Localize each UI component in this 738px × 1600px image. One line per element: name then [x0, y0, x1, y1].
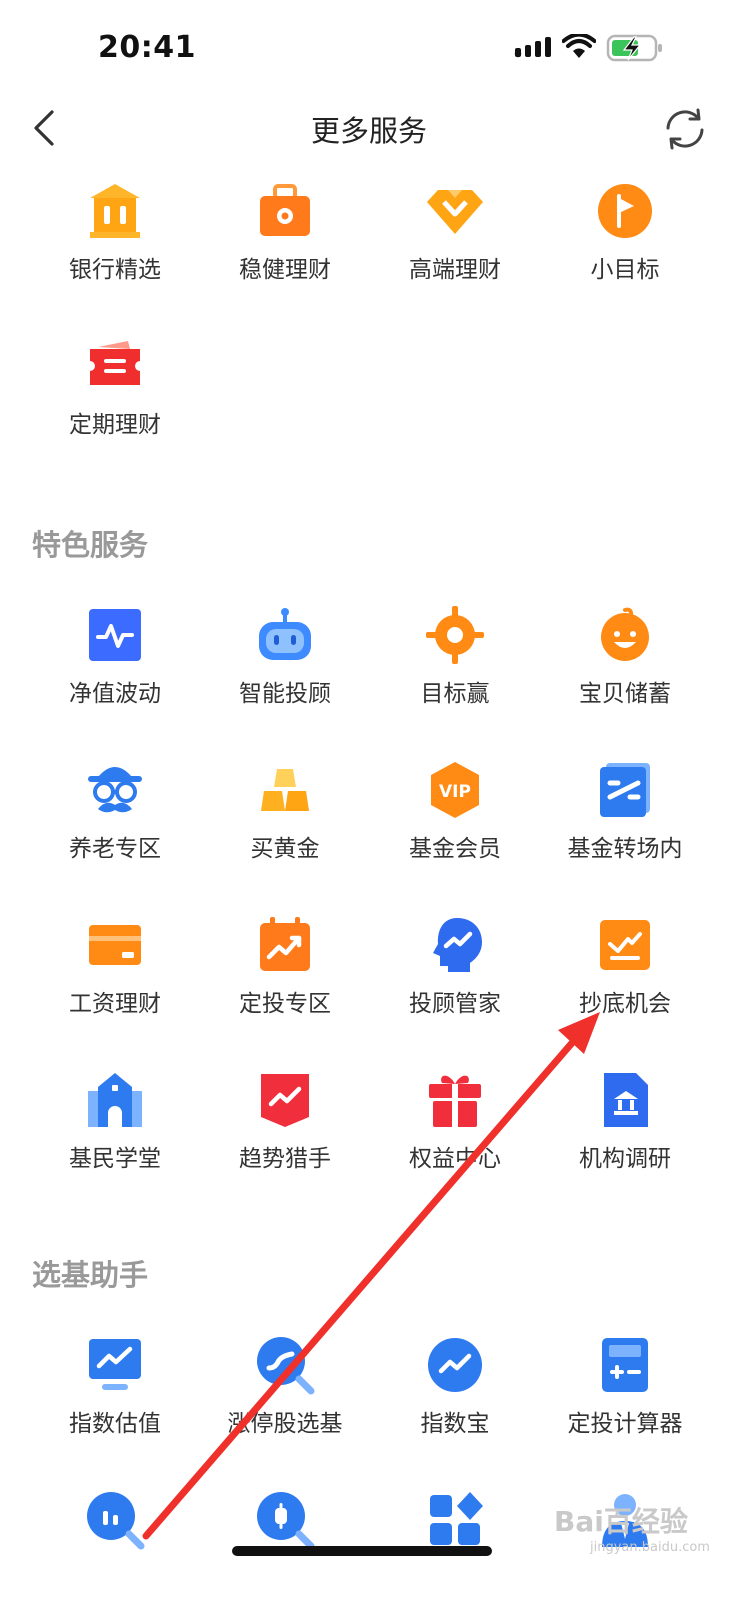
- nav-bar: 更多服务: [0, 96, 738, 164]
- service-label: 定投计算器: [567, 1411, 683, 1437]
- top-services-grid: 银行精选 稳健理财 高端理财 小目标 定期理财: [30, 172, 710, 482]
- service-label: 小目标: [590, 257, 660, 283]
- status-time: 20:41: [98, 30, 196, 65]
- wifi-icon: [562, 34, 596, 58]
- service-bank-selection[interactable]: 银行精选: [30, 172, 200, 327]
- service-label: 基金会员: [409, 836, 501, 862]
- service-label: 基金转场内: [567, 836, 683, 862]
- gold-bars-icon: [254, 759, 316, 821]
- page-title: 更多服务: [310, 114, 427, 148]
- trend-shield-icon: [254, 1069, 316, 1131]
- service-label: 指数宝: [420, 1411, 490, 1437]
- service-label: 智能投顾: [239, 681, 331, 707]
- service-investor-school[interactable]: 基民学堂: [30, 1061, 200, 1216]
- briefcase-icon: [254, 180, 316, 242]
- service-helper-6[interactable]: [200, 1481, 370, 1600]
- baby-face-icon: [594, 604, 656, 666]
- vip-icon: VIP: [424, 759, 486, 821]
- service-label: 抄底机会: [579, 991, 671, 1017]
- service-auto-invest-calculator[interactable]: 定投计算器: [540, 1326, 710, 1481]
- service-label: 银行精选: [69, 257, 161, 283]
- watermark-subtext: jingyan.baidu.com: [590, 1540, 710, 1555]
- advisor-head-icon: [424, 914, 486, 976]
- watermark-text: Bai百经验: [554, 1505, 688, 1538]
- service-smart-advisor[interactable]: 智能投顾: [200, 596, 370, 751]
- old-man-icon: [84, 759, 146, 821]
- service-bottom-fishing[interactable]: 抄底机会: [540, 906, 710, 1061]
- service-label: 指数估值: [69, 1411, 161, 1437]
- service-helper-7[interactable]: [370, 1481, 540, 1600]
- bottom-fishing-icon: [594, 914, 656, 976]
- service-label: 目标赢: [420, 681, 490, 707]
- service-index-valuation[interactable]: 指数估值: [30, 1326, 200, 1481]
- institution-icon: [594, 1069, 656, 1131]
- service-limit-up-fund-picker[interactable]: 涨停股选基: [200, 1326, 370, 1481]
- service-label: 养老专区: [69, 836, 161, 862]
- bank-icon: [84, 180, 146, 242]
- transfer-icon: [594, 759, 656, 821]
- search-bars-icon: [84, 1489, 146, 1551]
- service-fund-transfer-exchange[interactable]: 基金转场内: [540, 751, 710, 906]
- service-label: 基民学堂: [69, 1146, 161, 1172]
- service-label: 工资理财: [69, 991, 161, 1017]
- service-institution-research[interactable]: 机构调研: [540, 1061, 710, 1216]
- service-trend-hunter[interactable]: 趋势猎手: [200, 1061, 370, 1216]
- service-label: 机构调研: [579, 1146, 671, 1172]
- refresh-icon[interactable]: [662, 106, 708, 152]
- service-label: 宝贝储蓄: [579, 681, 671, 707]
- calendar-chart-icon: [254, 914, 316, 976]
- service-label: 买黄金: [250, 836, 320, 862]
- target-icon: [424, 604, 486, 666]
- cellular-signal-icon: [514, 37, 551, 58]
- monitor-chart-icon: [84, 1334, 146, 1396]
- service-fund-member[interactable]: VIP 基金会员: [370, 751, 540, 906]
- service-label: 高端理财: [409, 257, 501, 283]
- service-label: 定投专区: [239, 991, 331, 1017]
- ticket-icon: [84, 335, 146, 397]
- special-services-grid: 净值波动 智能投顾 目标赢 宝贝储蓄 养老专区 买黄金 VIP 基金会员 基金转…: [30, 596, 710, 1216]
- service-small-goal[interactable]: 小目标: [540, 172, 710, 327]
- pulse-chart-icon: [84, 604, 146, 666]
- service-baby-savings[interactable]: 宝贝储蓄: [540, 596, 710, 751]
- school-icon: [84, 1069, 146, 1131]
- section-title-fund-helper: 选基助手: [32, 1258, 149, 1292]
- service-helper-5[interactable]: [30, 1481, 200, 1600]
- battery-charging-icon: [606, 34, 662, 62]
- service-fixed-term[interactable]: 定期理财: [30, 327, 200, 482]
- service-rights-center[interactable]: 权益中心: [370, 1061, 540, 1216]
- service-advisor-butler[interactable]: 投顾管家: [370, 906, 540, 1061]
- search-candle-icon: [254, 1489, 316, 1551]
- service-auto-invest-zone[interactable]: 定投专区: [200, 906, 370, 1061]
- service-buy-gold[interactable]: 买黄金: [200, 751, 370, 906]
- calculator-icon: [594, 1334, 656, 1396]
- service-index-treasure[interactable]: 指数宝: [370, 1326, 540, 1481]
- service-target-win[interactable]: 目标赢: [370, 596, 540, 751]
- service-premium-finance[interactable]: 高端理财: [370, 172, 540, 327]
- fund-helper-grid: 指数估值 涨停股选基 指数宝 定投计算器: [30, 1326, 710, 1600]
- robot-icon: [254, 604, 316, 666]
- service-label: 趋势猎手: [239, 1146, 331, 1172]
- service-salary-finance[interactable]: 工资理财: [30, 906, 200, 1061]
- service-label: 涨停股选基: [227, 1411, 343, 1437]
- service-nav-fluctuation[interactable]: 净值波动: [30, 596, 200, 751]
- search-trend-icon: [254, 1334, 316, 1396]
- flag-icon: [594, 180, 656, 242]
- service-steady-finance[interactable]: 稳健理财: [200, 172, 370, 327]
- card-icon: [84, 914, 146, 976]
- service-label: 投顾管家: [409, 991, 501, 1017]
- svg-text:VIP: VIP: [439, 782, 471, 802]
- service-label: 权益中心: [409, 1146, 501, 1172]
- trend-circle-icon: [424, 1334, 486, 1396]
- diamond-icon: [424, 180, 486, 242]
- service-label: 定期理财: [69, 412, 161, 438]
- section-title-special-services: 特色服务: [32, 528, 149, 562]
- home-indicator[interactable]: [232, 1546, 492, 1556]
- service-pension-zone[interactable]: 养老专区: [30, 751, 200, 906]
- gift-icon: [424, 1069, 486, 1131]
- service-label: 稳健理财: [239, 257, 331, 283]
- service-label: 净值波动: [69, 681, 161, 707]
- status-bar: 20:41: [0, 0, 738, 96]
- grid-icon: [424, 1489, 486, 1551]
